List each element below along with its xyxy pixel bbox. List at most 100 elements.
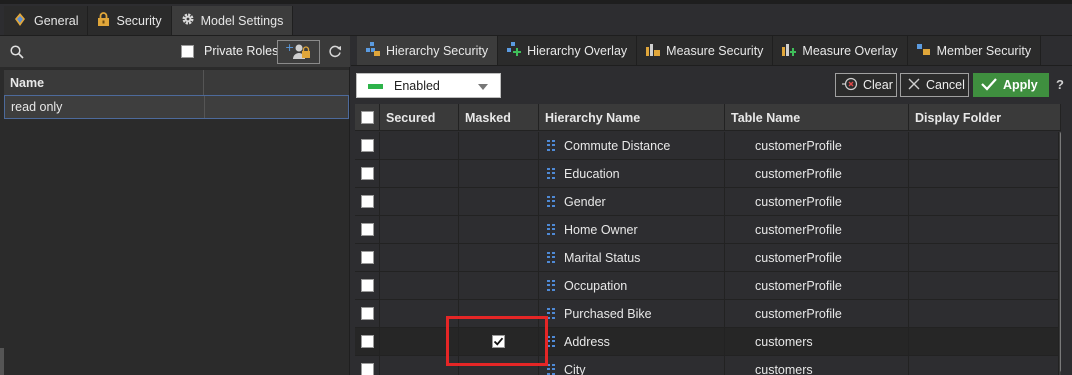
table-row[interactable]: Home Owner customerProfile xyxy=(355,216,1061,244)
display-folder-cell[interactable] xyxy=(909,216,1059,243)
hierarchy-name-cell[interactable]: Address xyxy=(539,328,725,355)
table-name-cell[interactable]: customerProfile xyxy=(725,216,909,243)
masked-cell[interactable] xyxy=(459,132,539,159)
row-select-checkbox[interactable] xyxy=(360,195,374,208)
add-role-button[interactable]: + xyxy=(277,40,320,64)
secured-cell[interactable] xyxy=(380,188,459,215)
column-header-display-folder[interactable]: Display Folder xyxy=(909,104,1061,131)
refresh-icon[interactable] xyxy=(328,44,342,61)
hierarchy-name-cell[interactable]: City xyxy=(539,356,725,375)
tab-general-label: General xyxy=(34,13,79,28)
secured-cell[interactable] xyxy=(380,216,459,243)
tab-member-security-label: Member Security xyxy=(936,43,1032,58)
tab-member-security[interactable]: Member Security xyxy=(907,36,1042,65)
row-select-checkbox[interactable] xyxy=(360,139,374,152)
table-name-cell[interactable]: customers xyxy=(725,356,909,375)
column-header-secured[interactable]: Secured xyxy=(380,104,459,131)
table-name-cell[interactable]: customerProfile xyxy=(725,160,909,187)
table-name-cell[interactable]: customerProfile xyxy=(725,132,909,159)
hierarchy-name-cell[interactable]: Purchased Bike xyxy=(539,300,725,327)
table-name-cell[interactable]: customers xyxy=(725,328,909,355)
hierarchy-name: Purchased Bike xyxy=(564,306,652,321)
search-icon[interactable] xyxy=(10,45,24,59)
clear-button-label: Clear xyxy=(863,78,893,92)
add-user-icon: + xyxy=(285,41,313,63)
tab-general[interactable]: General xyxy=(4,6,89,35)
clear-button[interactable]: Clear xyxy=(835,73,897,97)
row-select-checkbox[interactable] xyxy=(360,251,374,264)
table-row[interactable]: Occupation customerProfile xyxy=(355,272,1061,300)
row-select-checkbox[interactable] xyxy=(360,363,374,375)
row-select-checkbox[interactable] xyxy=(360,279,374,292)
display-folder-cell[interactable] xyxy=(909,356,1059,375)
hierarchy-icon xyxy=(547,336,555,347)
hierarchy-name-cell[interactable]: Commute Distance xyxy=(539,132,725,159)
masked-cell[interactable] xyxy=(459,244,539,271)
column-header-name: Name xyxy=(10,76,45,90)
window-top-border xyxy=(0,0,1072,4)
display-folder-cell[interactable] xyxy=(909,328,1059,355)
table-row[interactable]: Education customerProfile xyxy=(355,160,1061,188)
row-select-checkbox[interactable] xyxy=(360,223,374,236)
table-row[interactable]: Marital Status customerProfile xyxy=(355,244,1061,272)
close-icon xyxy=(907,77,921,94)
table-name-cell[interactable]: customerProfile xyxy=(725,244,909,271)
enabled-dropdown[interactable]: Enabled xyxy=(356,73,501,98)
tab-measure-security-label: Measure Security xyxy=(666,43,764,58)
hierarchy-name-cell[interactable]: Education xyxy=(539,160,725,187)
table-name-cell[interactable]: customerProfile xyxy=(725,300,909,327)
tab-security[interactable]: Security xyxy=(88,6,172,35)
row-select-checkbox[interactable] xyxy=(360,307,374,320)
role-row[interactable]: read only xyxy=(4,95,349,119)
display-folder-cell[interactable] xyxy=(909,244,1059,271)
display-folder-cell[interactable] xyxy=(909,188,1059,215)
hierarchy-name-cell[interactable]: Home Owner xyxy=(539,216,725,243)
scrollbar-thumb[interactable] xyxy=(1060,132,1061,372)
tab-hierarchy-security[interactable]: Hierarchy Security xyxy=(357,36,499,65)
secured-cell[interactable] xyxy=(380,244,459,271)
hierarchy-name-cell[interactable]: Occupation xyxy=(539,272,725,299)
display-folder-cell[interactable] xyxy=(909,272,1059,299)
display-folder-cell[interactable] xyxy=(909,160,1059,187)
table-row[interactable]: Commute Distance customerProfile xyxy=(355,132,1061,160)
tab-divider xyxy=(351,65,1072,66)
tab-model-settings[interactable]: Model Settings xyxy=(171,6,294,35)
masked-cell[interactable] xyxy=(459,188,539,215)
cancel-button[interactable]: Cancel xyxy=(900,73,969,97)
secured-cell[interactable] xyxy=(380,160,459,187)
apply-button-label: Apply xyxy=(1003,78,1038,92)
private-roles-checkbox[interactable] xyxy=(181,45,194,58)
security-tab-bar: Hierarchy Security Hierarchy Overlay Mea… xyxy=(357,36,1042,65)
masked-cell[interactable] xyxy=(459,216,539,243)
hierarchy-icon xyxy=(547,364,555,375)
highlight-box xyxy=(446,316,548,366)
gear-icon xyxy=(181,12,195,29)
display-folder-cell[interactable] xyxy=(909,300,1059,327)
masked-cell[interactable] xyxy=(459,272,539,299)
tab-hierarchy-overlay[interactable]: Hierarchy Overlay xyxy=(498,36,638,65)
table-row[interactable]: Gender customerProfile xyxy=(355,188,1061,216)
secured-cell[interactable] xyxy=(380,272,459,299)
row-select-checkbox[interactable] xyxy=(360,335,374,348)
tab-measure-security[interactable]: Measure Security xyxy=(637,36,774,65)
column-header-masked[interactable]: Masked xyxy=(459,104,539,131)
display-folder-cell[interactable] xyxy=(909,132,1059,159)
table-name-cell[interactable]: customerProfile xyxy=(725,272,909,299)
vertical-scrollbar[interactable] xyxy=(1059,132,1061,375)
table-name: customerProfile xyxy=(755,278,842,293)
column-header-table-name[interactable]: Table Name xyxy=(725,104,909,131)
help-icon[interactable]: ? xyxy=(1056,77,1064,92)
select-all-checkbox[interactable] xyxy=(360,111,374,124)
apply-button[interactable]: Apply xyxy=(973,73,1049,97)
hierarchy-overlay-icon xyxy=(507,42,522,59)
tab-measure-overlay[interactable]: Measure Overlay xyxy=(773,36,908,65)
secured-cell[interactable] xyxy=(380,132,459,159)
masked-cell[interactable] xyxy=(459,160,539,187)
row-select-cell xyxy=(355,272,380,299)
column-header-hierarchy-name[interactable]: Hierarchy Name xyxy=(539,104,725,131)
table-name-cell[interactable]: customerProfile xyxy=(725,188,909,215)
cancel-button-label: Cancel xyxy=(926,78,965,92)
hierarchy-name-cell[interactable]: Gender xyxy=(539,188,725,215)
row-select-checkbox[interactable] xyxy=(360,167,374,180)
hierarchy-name-cell[interactable]: Marital Status xyxy=(539,244,725,271)
